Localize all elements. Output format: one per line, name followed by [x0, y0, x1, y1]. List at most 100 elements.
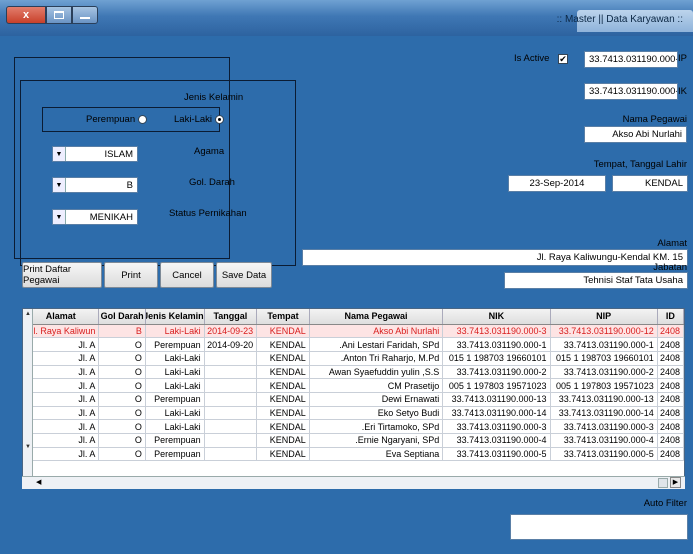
table-cell[interactable]: Perempuan — [145, 433, 205, 448]
table-cell[interactable]: 33.7413.031190.000-3 — [442, 324, 551, 339]
table-cell[interactable]: O — [98, 419, 146, 434]
scroll-down-icon[interactable]: ▼ — [24, 444, 32, 450]
radio-perempuan-dot[interactable] — [138, 115, 148, 124]
table-cell[interactable]: 2408 — [657, 324, 684, 339]
data-grid[interactable]: ID NIP NIK Nama Pegawai Tempat Tanggal Jenis K… — [22, 308, 685, 489]
table-cell[interactable]: KENDAL — [256, 351, 310, 366]
table-cell[interactable]: KENDAL — [256, 324, 310, 339]
tempat-lahir-field[interactable]: KENDAL — [612, 175, 688, 192]
table-cell[interactable]: O — [98, 365, 146, 380]
table-row[interactable]: 2408 33.7413.031190.000-12 33.7413.031190.… — [23, 324, 684, 339]
table-cell[interactable] — [204, 351, 258, 366]
table-cell[interactable]: 2408 — [657, 337, 684, 352]
table-cell[interactable]: O — [98, 433, 146, 448]
table-cell[interactable]: 33.7413.031190.000-2 — [550, 365, 658, 380]
table-row[interactable]: 2408 33.7413.031190.000-13 33.7413.031190.… — [23, 392, 684, 407]
column-header[interactable]: Alamat — [23, 309, 100, 325]
table-cell[interactable]: Eva Septiana — [309, 447, 444, 462]
table-cell[interactable]: Laki-Laki — [145, 351, 205, 366]
table-cell[interactable]: Jl. A — [23, 351, 100, 366]
table-cell[interactable]: 19571023 197803 1 005 — [550, 378, 658, 393]
table-cell[interactable]: 2408 — [657, 378, 684, 393]
column-header[interactable]: ID — [657, 309, 684, 325]
gol-darah-select[interactable]: ▼ B — [52, 177, 138, 193]
status-pernikahan-select[interactable]: ▼ MENIKAH — [52, 209, 138, 225]
save-button[interactable]: Save Data — [216, 262, 272, 288]
close-button[interactable]: x — [6, 6, 46, 24]
table-cell[interactable]: 19660101 198703 1 015 — [442, 351, 551, 366]
table-row[interactable]: 2408 33.7413.031190.000-2 33.7413.031190.0… — [23, 365, 684, 380]
column-header[interactable]: NIP — [550, 309, 658, 325]
table-cell[interactable]: B — [98, 324, 146, 339]
table-cell[interactable]: 33.7413.031190.000-2 — [442, 365, 551, 380]
table-cell[interactable]: Jl. A — [23, 378, 100, 393]
table-cell[interactable]: KENDAL — [256, 378, 310, 393]
table-cell[interactable]: 33.7413.031190.000-12 — [550, 324, 658, 339]
table-row[interactable]: 2408 33.7413.031190.000-3 33.7413.031190.0… — [23, 419, 684, 434]
table-cell[interactable]: Perempuan — [145, 337, 205, 352]
table-cell[interactable]: KENDAL — [256, 433, 310, 448]
table-cell[interactable]: 33.7413.031190.000-4 — [550, 433, 658, 448]
alamat-field[interactable]: Jl. Raya Kaliwungu-Kendal KM. 15 — [302, 249, 688, 266]
table-cell[interactable]: Laki-Laki — [145, 419, 205, 434]
table-cell[interactable]: CM Prasetijo — [309, 378, 444, 393]
chevron-down-icon[interactable]: ▼ — [53, 178, 66, 192]
table-cell[interactable]: 2408 — [657, 419, 684, 434]
table-cell[interactable]: Jl. A — [23, 419, 100, 434]
table-cell[interactable]: Anton Tri Raharjo, M.Pd. — [309, 351, 444, 366]
table-cell[interactable]: 33.7413.031190.000-14 — [550, 406, 658, 421]
table-cell[interactable]: O — [98, 392, 146, 407]
jabatan-field[interactable]: Tehnisi Staf Tata Usaha — [504, 272, 688, 289]
column-header[interactable]: Jenis Kelamin — [145, 309, 205, 325]
column-header[interactable]: Tempat — [256, 309, 310, 325]
table-row[interactable]: 2408 19660101 198703 1 015 19660101 198703… — [23, 351, 684, 366]
table-row[interactable]: 2408 19571023 197803 1 005 19571023 197803… — [23, 378, 684, 393]
radio-laki-laki[interactable]: Laki-Laki — [174, 114, 225, 125]
scroll-right-icon[interactable]: ▶ — [670, 477, 681, 488]
table-cell[interactable]: Laki-Laki — [145, 406, 205, 421]
table-cell[interactable] — [204, 433, 258, 448]
table-cell[interactable]: 33.7413.031190.000-1 — [550, 337, 658, 352]
table-cell[interactable]: Ani Lestari Faridah, SPd. — [309, 337, 444, 352]
table-row[interactable]: 2408 33.7413.031190.000-14 33.7413.031190.… — [23, 406, 684, 421]
table-cell[interactable]: KENDAL — [256, 419, 310, 434]
table-cell[interactable]: 19660101 198703 1 015 — [550, 351, 658, 366]
table-cell[interactable]: 33.7413.031190.000-3 — [442, 419, 551, 434]
table-cell[interactable]: Jl. Raya Kaliwun — [23, 324, 100, 339]
print-daftar-pegawai-button[interactable]: Print Daftar Pegawai — [22, 262, 102, 288]
table-cell[interactable]: Eri Tirtamoko, SPd. — [309, 419, 444, 434]
table-row[interactable]: 2408 33.7413.031190.000-5 33.7413.031190.0… — [23, 447, 684, 462]
maximize-button[interactable] — [46, 6, 72, 24]
table-cell[interactable]: KENDAL — [256, 392, 310, 407]
table-cell[interactable]: Jl. A — [23, 433, 100, 448]
nip-field[interactable]: 33.7413.031190.000-12 — [584, 51, 678, 68]
table-cell[interactable]: O — [98, 447, 146, 462]
table-cell[interactable]: Jl. A — [23, 447, 100, 462]
table-cell[interactable] — [204, 419, 258, 434]
chevron-down-icon[interactable]: ▼ — [53, 147, 66, 161]
table-cell[interactable]: 2408 — [657, 406, 684, 421]
table-cell[interactable]: 33.7413.031190.000-4 — [442, 433, 551, 448]
auto-filter-field[interactable] — [510, 514, 688, 540]
table-cell[interactable]: 2408 — [657, 447, 684, 462]
radio-laki-laki-dot[interactable] — [215, 115, 225, 124]
table-cell[interactable] — [204, 392, 258, 407]
table-cell[interactable]: Perempuan — [145, 447, 205, 462]
table-cell[interactable]: 2408 — [657, 433, 684, 448]
table-cell[interactable]: Laki-Laki — [145, 365, 205, 380]
table-cell[interactable] — [204, 406, 258, 421]
table-cell[interactable]: Dewi Ernawati — [309, 392, 444, 407]
nama-pegawai-field[interactable]: Akso Abi Nurlahi — [584, 126, 687, 143]
table-cell[interactable]: 33.7413.031190.000-13 — [442, 392, 551, 407]
table-cell[interactable]: KENDAL — [256, 447, 310, 462]
table-cell[interactable]: Jl. A — [23, 392, 100, 407]
table-cell[interactable]: O — [98, 351, 146, 366]
table-row[interactable]: 2408 33.7413.031190.000-4 33.7413.031190.0… — [23, 433, 684, 448]
table-cell[interactable]: Laki-Laki — [145, 378, 205, 393]
chevron-down-icon[interactable]: ▼ — [53, 210, 66, 224]
table-cell[interactable] — [204, 447, 258, 462]
cancel-button[interactable]: Cancel — [160, 262, 214, 288]
table-cell[interactable]: Laki-Laki — [145, 324, 205, 339]
table-cell[interactable]: Ernie Ngaryani, SPd. — [309, 433, 444, 448]
table-cell[interactable]: 33.7413.031190.000-3 — [550, 419, 658, 434]
